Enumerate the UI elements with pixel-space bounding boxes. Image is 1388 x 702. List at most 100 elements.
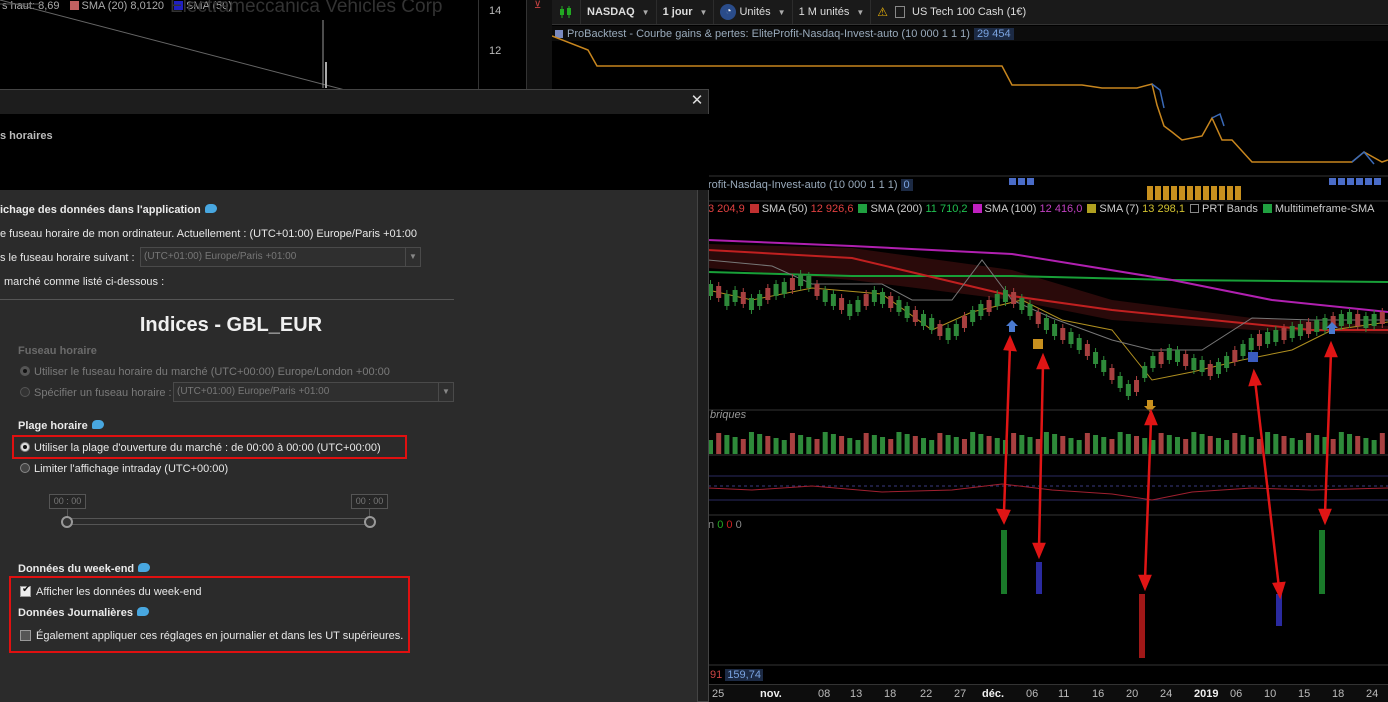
candle-body bbox=[1158, 352, 1164, 364]
volume-bar bbox=[1052, 434, 1058, 454]
volume-bar bbox=[1289, 438, 1295, 454]
candle-body bbox=[921, 314, 927, 326]
volume-bar bbox=[961, 439, 967, 454]
volume-bar bbox=[1379, 433, 1385, 454]
slider-handle-end[interactable] bbox=[364, 516, 376, 528]
volume-bar bbox=[1281, 436, 1287, 454]
volume-bar bbox=[1240, 435, 1246, 454]
highlight-box bbox=[9, 576, 410, 653]
volume-bar bbox=[1273, 434, 1279, 454]
candle-body bbox=[1371, 314, 1377, 326]
volume-pane-label: briques bbox=[710, 409, 747, 421]
volume-bar bbox=[1207, 436, 1213, 454]
radio-button[interactable] bbox=[20, 387, 30, 397]
volume-bar bbox=[1158, 433, 1164, 454]
volume-bar bbox=[1109, 439, 1115, 454]
candle-body bbox=[937, 324, 943, 336]
background-chart-left: s haut: 8,69 SMA (20) 8,0120 SMA (50) El… bbox=[0, 0, 552, 90]
signal-bar-green bbox=[1001, 530, 1007, 594]
date-label: 06 bbox=[1230, 688, 1243, 700]
close-icon[interactable]: ✕ bbox=[690, 93, 704, 108]
help-bubble-icon[interactable] bbox=[138, 563, 151, 572]
volume-bars bbox=[708, 432, 1385, 454]
radio-limit-intraday[interactable]: Limiter l'affichage intraday (UTC+00:00) bbox=[20, 463, 228, 475]
volume-bar bbox=[1248, 437, 1254, 454]
volume-bar bbox=[773, 438, 779, 454]
volume-bar bbox=[740, 439, 746, 454]
date-label: 20 bbox=[1126, 688, 1139, 700]
date-label: 10 bbox=[1264, 688, 1277, 700]
time-end-field[interactable]: 00 : 00 bbox=[351, 494, 388, 509]
volume-bar bbox=[757, 434, 763, 454]
option-computer-timezone[interactable]: e fuseau horaire de mon ordinateur. Actu… bbox=[0, 228, 417, 240]
candle-body bbox=[1240, 344, 1246, 356]
volume-bar bbox=[1084, 433, 1090, 454]
slider-handle-start[interactable] bbox=[61, 516, 73, 528]
volume-bar bbox=[1355, 436, 1361, 454]
candle-body bbox=[994, 294, 1000, 306]
candle-body bbox=[1093, 352, 1099, 364]
timezone-settings-dialog: ✕ s horaires ichage des données dans l'a… bbox=[0, 89, 709, 702]
candle-body bbox=[1134, 380, 1140, 392]
volume-bar bbox=[1338, 432, 1344, 454]
candle-body bbox=[896, 300, 902, 312]
candle-body bbox=[716, 286, 722, 298]
volume-bar bbox=[748, 432, 754, 454]
volume-bar bbox=[1027, 437, 1033, 454]
radio-button[interactable] bbox=[20, 366, 30, 376]
volume-bar bbox=[888, 439, 894, 454]
volume-bar bbox=[986, 436, 992, 454]
candle-body bbox=[945, 328, 951, 340]
candle-body bbox=[904, 306, 910, 318]
section-hours-heading: Plage horaire bbox=[18, 420, 104, 432]
section-timezone-heading: Fuseau horaire bbox=[18, 345, 97, 357]
radio-button[interactable] bbox=[20, 463, 30, 473]
timezone-select-global[interactable]: (UTC+01:00) Europe/Paris +01:00 ▼ bbox=[140, 247, 421, 267]
volume-bar bbox=[1306, 433, 1312, 454]
volume-bar bbox=[716, 433, 722, 454]
candle-body bbox=[1191, 358, 1197, 370]
date-label: 27 bbox=[954, 688, 967, 700]
candle-body bbox=[1002, 290, 1008, 302]
collapse-icon[interactable]: ⊻ bbox=[534, 0, 541, 11]
candle-body bbox=[1109, 368, 1115, 380]
equity-curve-blue bbox=[1211, 112, 1225, 127]
volume-bar bbox=[1363, 438, 1369, 454]
help-bubble-icon[interactable] bbox=[204, 204, 217, 213]
volume-bar bbox=[724, 435, 730, 454]
candle-body bbox=[929, 318, 935, 330]
help-bubble-icon[interactable] bbox=[91, 420, 104, 429]
date-label: 08 bbox=[818, 688, 831, 700]
candle-body bbox=[970, 310, 976, 322]
indicator-item: 3 204,9 bbox=[708, 203, 745, 215]
section-display-heading: ichage des données dans l'application bbox=[0, 204, 217, 216]
candle-body bbox=[732, 290, 738, 302]
option-market-timezone[interactable]: marché comme listé ci-dessous : bbox=[4, 276, 164, 288]
candle-body bbox=[1183, 354, 1189, 366]
radio-market-timezone[interactable]: Utiliser le fuseau horaire du marché (UT… bbox=[20, 366, 390, 378]
candle-body bbox=[1322, 318, 1328, 330]
candle-body bbox=[1314, 320, 1320, 332]
dialog-header-title: s horaires bbox=[0, 130, 53, 142]
candle-body bbox=[880, 292, 886, 304]
radio-specify-timezone[interactable]: Spécifier un fuseau horaire : bbox=[20, 387, 172, 399]
volume-bar bbox=[937, 433, 943, 454]
volume-bar bbox=[945, 435, 951, 454]
candle-body bbox=[1355, 314, 1361, 326]
candle-body bbox=[855, 300, 861, 312]
option-following-timezone[interactable]: s le fuseau horaire suivant : bbox=[0, 252, 135, 264]
candle-body bbox=[1027, 304, 1033, 316]
indicator-item: Multitimeframe-SMA bbox=[1262, 203, 1374, 215]
time-start-field[interactable]: 00 : 00 bbox=[49, 494, 86, 509]
candle-body bbox=[830, 294, 836, 306]
candle-body bbox=[1207, 364, 1213, 376]
candle-body bbox=[781, 282, 787, 294]
volume-bar bbox=[1215, 438, 1221, 454]
candle-body bbox=[863, 294, 869, 306]
timezone-select-market[interactable]: (UTC+01:00) Europe/Paris +01:00 ▼ bbox=[173, 382, 454, 402]
time-range-slider[interactable] bbox=[67, 518, 370, 525]
candle-body bbox=[1281, 328, 1287, 340]
candle-body bbox=[1215, 362, 1221, 374]
candle-body bbox=[1142, 366, 1148, 378]
candle-body bbox=[1125, 384, 1131, 396]
